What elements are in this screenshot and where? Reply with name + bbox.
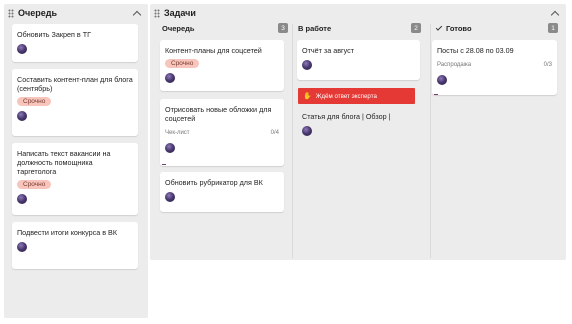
status-banner[interactable]: ✋ Ждём ответ эксперта: [298, 88, 415, 104]
task-card[interactable]: Обновить Закреп в ТГ: [12, 24, 138, 62]
queue-panel-title: Очередь: [18, 8, 57, 18]
task-card[interactable]: Обновить рубрикатор для ВК: [160, 172, 284, 212]
urgent-badge: Срочно: [17, 180, 52, 189]
column-count-badge: 3: [278, 23, 288, 33]
checklist-label: Чек-лист: [165, 130, 190, 136]
urgent-badge: Срочно: [17, 97, 52, 106]
checklist-row[interactable]: Чек-лист 0/4: [165, 129, 279, 138]
task-card-title: Подвести итоги конкурса в ВК: [17, 228, 117, 237]
task-card-title: Отчёт за август: [302, 46, 355, 55]
avatar[interactable]: [302, 60, 312, 70]
task-card-title: Написать текст вакансии на должность пом…: [17, 149, 111, 176]
task-card-title: Обновить Закреп в ТГ: [17, 30, 92, 39]
tasks-panel-header[interactable]: Задачи: [150, 4, 566, 22]
task-card[interactable]: Статья для блога | Обзор |: [297, 106, 420, 144]
avatar[interactable]: [165, 143, 175, 153]
checklist-label: Распродажа: [437, 62, 472, 68]
task-card-title: Составить контент-план для блога (сентяб…: [17, 75, 133, 93]
drag-handle-icon[interactable]: [8, 8, 14, 18]
avatar[interactable]: [165, 73, 175, 83]
avatar[interactable]: [17, 44, 27, 54]
urgent-badge: Срочно: [165, 59, 200, 68]
column-count-badge: 2: [411, 23, 421, 33]
drag-handle-icon[interactable]: [154, 8, 160, 18]
checklist-progress-bar: [162, 164, 166, 166]
checkmark-icon: [435, 23, 443, 31]
queue-panel: Очередь Обновить Закреп в ТГ Составить к…: [4, 4, 148, 318]
task-card-title: Посты с 28.08 по 03.09: [437, 46, 514, 55]
tasks-panel: Задачи Очередь 3 В работе 2 Готово 1 Кон…: [150, 4, 566, 260]
column-title: Готово: [446, 23, 472, 33]
column-title: В работе: [298, 23, 332, 33]
task-card[interactable]: Посты с 28.08 по 03.09 Распродажа 0/3: [432, 40, 557, 95]
chevron-up-icon[interactable]: [550, 10, 560, 19]
column-header-queue[interactable]: Очередь 3: [162, 22, 288, 34]
avatar[interactable]: [17, 194, 27, 204]
task-card-title: Обновить рубрикатор для ВК: [165, 178, 263, 187]
avatar[interactable]: [17, 111, 27, 121]
column-count-badge: 1: [548, 23, 558, 33]
checklist-progress-bar: [434, 94, 438, 96]
task-card[interactable]: Отчёт за август: [297, 40, 420, 80]
checklist-row[interactable]: Распродажа 0/3: [437, 61, 552, 70]
avatar[interactable]: [437, 75, 447, 85]
tasks-panel-title: Задачи: [164, 8, 196, 18]
task-card-title: Статья для блога | Обзор |: [302, 112, 391, 121]
avatar[interactable]: [17, 242, 27, 252]
checklist-progress: 0/4: [270, 130, 279, 136]
column-header-done[interactable]: Готово 1: [435, 22, 558, 34]
task-card[interactable]: Отрисовать новые обложки для соцсетей Че…: [160, 99, 284, 166]
task-card[interactable]: Подвести итоги конкурса в ВК: [12, 222, 138, 269]
column-divider: [292, 24, 293, 258]
task-card[interactable]: Написать текст вакансии на должность пом…: [12, 143, 138, 215]
hand-icon: ✋: [303, 93, 312, 100]
task-card-title: Контент-планы для соцсетей: [165, 46, 262, 55]
column-divider: [430, 24, 431, 258]
chevron-up-icon[interactable]: [132, 10, 142, 19]
column-header-in-progress[interactable]: В работе 2: [298, 22, 421, 34]
task-card[interactable]: Контент-планы для соцсетей Срочно: [160, 40, 284, 91]
column-title: Очередь: [162, 23, 195, 33]
task-card-title: Отрисовать новые обложки для соцсетей: [165, 105, 272, 123]
status-banner-text: Ждём ответ эксперта: [315, 92, 377, 100]
avatar[interactable]: [165, 192, 175, 202]
task-card[interactable]: Составить контент-план для блога (сентяб…: [12, 69, 138, 136]
checklist-progress: 0/3: [543, 62, 552, 68]
avatar[interactable]: [302, 126, 312, 136]
queue-panel-header[interactable]: Очередь: [4, 4, 148, 22]
